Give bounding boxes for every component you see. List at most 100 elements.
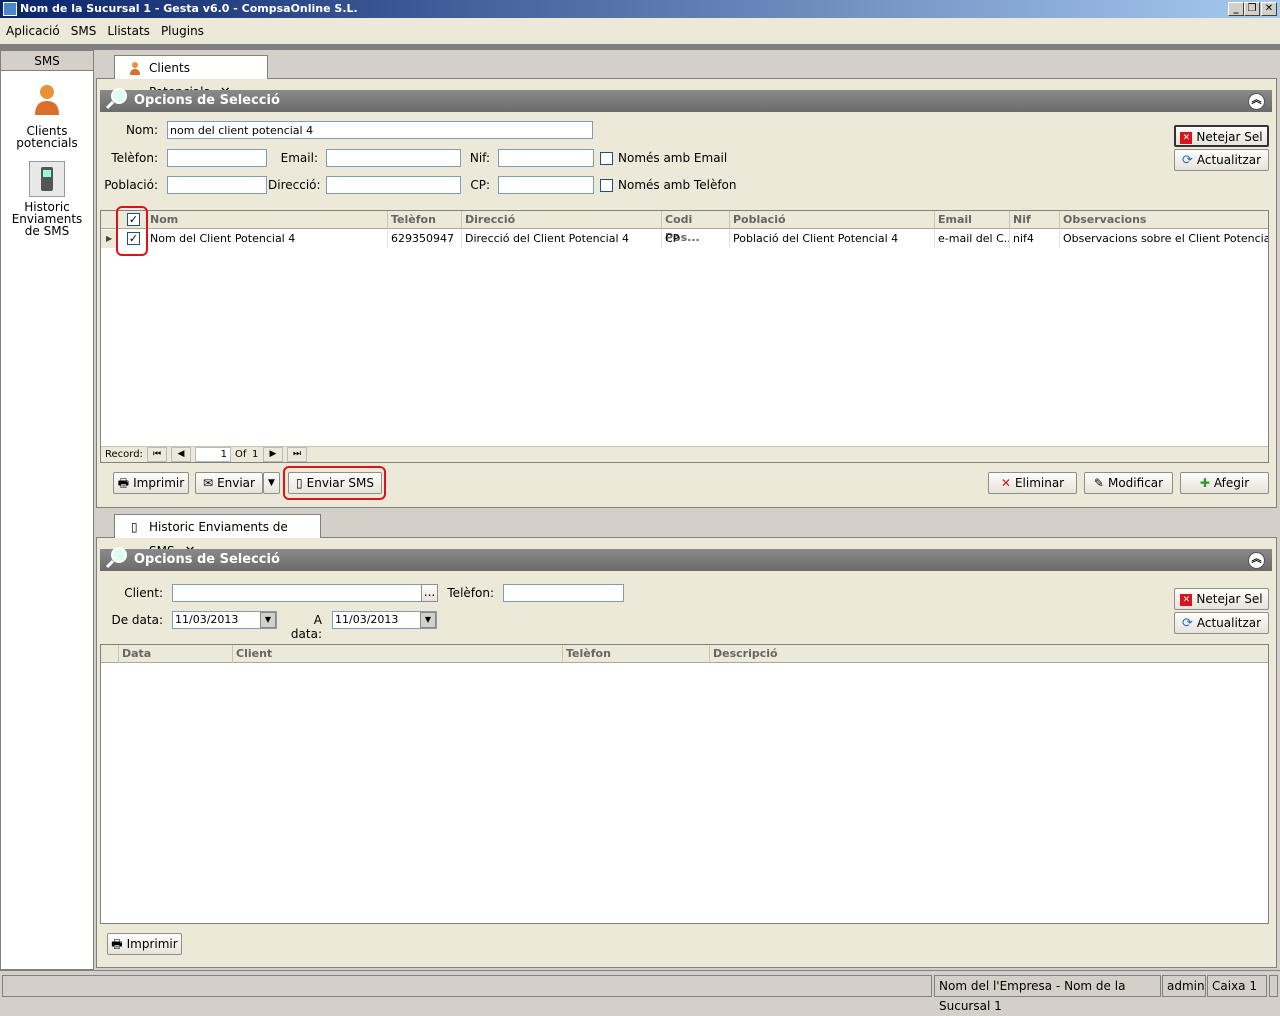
prev-record-icon[interactable]: ◀ [171, 447, 191, 462]
modificar-button[interactable]: ✎ Modificar [1084, 472, 1173, 494]
telefon-label: Telèfon: [111, 151, 158, 165]
actualitzar-button[interactable]: ⟳ Actualitzar [1174, 149, 1269, 171]
imprimir-button[interactable]: 🖶 Imprimir [113, 472, 189, 494]
col-telefon[interactable]: Telèfon [563, 645, 710, 663]
button-label: Actualitzar [1196, 153, 1262, 167]
col-direccio[interactable]: Direcció [462, 211, 662, 229]
browse-client-button[interactable]: ... [421, 584, 438, 602]
enviar-button[interactable]: ✉ Enviar [195, 472, 263, 494]
section-title: Opcions de Selecció [134, 552, 280, 567]
col-nom[interactable]: Nom [147, 211, 388, 229]
menu-aplicacio[interactable]: Aplicació [1, 18, 65, 44]
col-data[interactable]: Data [119, 645, 233, 663]
cell-cp: CP [662, 230, 730, 248]
clear-icon: ✕ [1180, 593, 1193, 606]
collapse-icon[interactable]: ︽ [1248, 93, 1265, 110]
add-icon: ✚ [1199, 476, 1210, 490]
actualitzar-button[interactable]: ⟳ Actualitzar [1174, 612, 1269, 634]
enviar-dropdown-button[interactable]: ▼ [263, 472, 280, 494]
grid-header: Data Client Telèfon Descripció [101, 645, 1268, 663]
col-codi-postal[interactable]: Codi Pos... [662, 211, 730, 244]
de-data-value: 11/03/2013 [175, 613, 239, 626]
close-window-button[interactable]: ✕ [1261, 2, 1277, 16]
section-title: Opcions de Selecció [134, 93, 280, 108]
button-label: Eliminar [1014, 476, 1065, 490]
email-input[interactable] [326, 149, 461, 167]
person-icon [130, 62, 140, 75]
cell-poblacio: Població del Client Potencial 4 [730, 230, 935, 248]
mobile-phone-icon: ▯ [131, 520, 138, 534]
nom-label: Nom: [125, 123, 158, 137]
menu-bar: Aplicació SMS Llistats Plugins [0, 18, 1280, 44]
poblacio-input[interactable] [167, 176, 267, 194]
client-input[interactable] [172, 584, 422, 602]
collapse-icon[interactable]: ︽ [1248, 552, 1265, 569]
only-email-label: Només amb Email [618, 151, 728, 165]
refresh-icon: ⟳ [1181, 153, 1193, 168]
pager: Record: ⏮ ◀ 1 Of 1 ▶ ⏭ [101, 446, 1268, 462]
nom-input[interactable] [167, 121, 593, 139]
app-icon [3, 2, 17, 16]
email-label: Email: [280, 151, 318, 165]
row-indicator-header [101, 645, 119, 663]
sidebar-header: SMS [1, 51, 93, 71]
col-email[interactable]: Email [935, 211, 1010, 229]
col-telefon[interactable]: Telèfon [388, 211, 462, 229]
only-phone-label: Només amb Telèfon [618, 178, 737, 192]
afegir-button[interactable]: ✚ Afegir [1180, 472, 1269, 494]
cell-observacions: Observacions sobre el Client Potencial 4 [1063, 232, 1268, 245]
button-label: Afegir [1213, 476, 1250, 490]
grid-header: ✓ Nom Telèfon Direcció Codi Pos... Pobla… [101, 211, 1268, 244]
menu-llistats[interactable]: Llistats [102, 18, 155, 44]
imprimir-button[interactable]: 🖶 Imprimir [107, 933, 182, 955]
last-record-icon[interactable]: ⏭ [287, 447, 307, 462]
direccio-input[interactable] [326, 176, 461, 194]
table-row[interactable]: ▶ ✓ Nom del Client Potencial 4 629350947… [101, 230, 1268, 248]
client-label: Client: [124, 586, 163, 600]
menu-sms[interactable]: SMS [66, 18, 102, 44]
magnifier-icon [105, 547, 127, 569]
poblacio-label: Població: [104, 178, 158, 192]
col-nif[interactable]: Nif [1010, 211, 1060, 229]
tab-historic-sms[interactable]: ▯ Historic Enviaments de SMS✕ [114, 514, 321, 559]
sidebar-item-clients-potencials[interactable]: Clients potencials [1, 81, 93, 149]
chevron-down-icon[interactable]: ▼ [260, 612, 276, 628]
clients-grid: ✓ Nom Telèfon Direcció Codi Pos... Pobla… [100, 210, 1269, 463]
minimize-button[interactable]: _ [1228, 2, 1244, 16]
col-descripcio[interactable]: Descripció [710, 645, 1268, 663]
next-record-icon[interactable]: ▶ [263, 447, 283, 462]
only-phone-checkbox[interactable] [600, 179, 613, 192]
status-user: admin [1162, 975, 1206, 997]
button-label: Imprimir [133, 476, 185, 490]
cp-input[interactable] [498, 176, 594, 194]
button-label: Imprimir [126, 937, 178, 951]
cell-nif: nif4 [1010, 230, 1060, 248]
sidebar-item-historic-sms[interactable]: Historic Enviaments de SMS [1, 161, 93, 237]
telefon-input[interactable] [503, 584, 624, 602]
first-record-icon[interactable]: ⏮ [147, 447, 167, 462]
telefon-input[interactable] [167, 149, 267, 167]
tab-clients-potencials[interactable]: Clients Potencials✕ [114, 55, 268, 100]
netejar-sel-button[interactable]: ✕ Netejar Sel [1174, 588, 1269, 610]
nif-input[interactable] [498, 149, 594, 167]
chevron-down-icon: ▼ [268, 478, 275, 488]
cell-direccio: Direcció del Client Potencial 4 [462, 230, 662, 248]
only-email-checkbox[interactable] [600, 152, 613, 165]
menu-plugins[interactable]: Plugins [156, 18, 209, 44]
person-icon [35, 85, 59, 115]
record-input[interactable]: 1 [195, 447, 231, 462]
col-observacions[interactable]: Observacions [1060, 211, 1268, 229]
pager-of-label: Of [235, 449, 247, 460]
status-company: Nom del l'Empresa - Nom de la Sucursal 1 [934, 975, 1161, 1013]
section-header: Opcions de Selecció [100, 90, 1272, 112]
restore-button[interactable]: ❐ [1244, 2, 1260, 16]
cell-telefon: 629350947 [388, 230, 462, 248]
eliminar-button[interactable]: ✕ Eliminar [988, 472, 1077, 494]
col-client[interactable]: Client [233, 645, 563, 663]
a-data-label: A data: [290, 613, 322, 641]
col-poblacio[interactable]: Població [730, 211, 935, 229]
chevron-down-icon[interactable]: ▼ [420, 612, 436, 628]
status-caixa: Caixa 1 [1207, 975, 1267, 997]
netejar-sel-button[interactable]: ✕ Netejar Sel [1174, 125, 1269, 147]
delete-icon: ✕ [1000, 476, 1011, 490]
